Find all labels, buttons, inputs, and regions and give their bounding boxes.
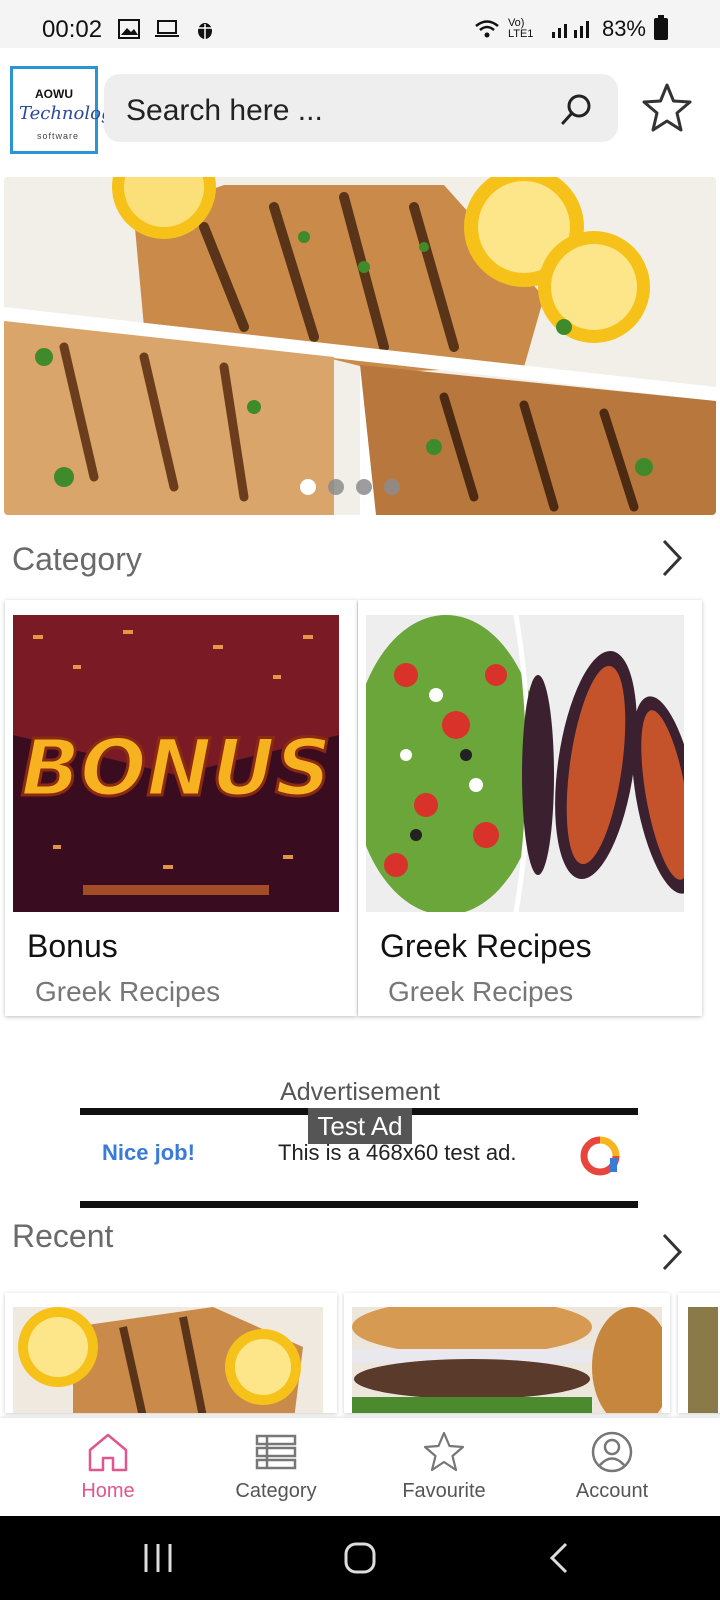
nav-favourite[interactable]: Favourite [359,1418,529,1516]
category-card-subtitle: Greek Recipes [35,976,221,1007]
app-logo[interactable]: AOWU Technology software [10,66,123,154]
home-icon [88,1433,128,1472]
category-card-image [366,615,684,912]
image-icon [118,19,140,39]
category-card[interactable]: Greek Recipes Greek Recipes [358,600,702,1016]
back-icon[interactable] [540,1538,580,1578]
laptop-icon [155,20,179,37]
ad-headline[interactable]: Nice job! [102,1140,195,1166]
list-icon [255,1434,297,1470]
battery-icon [654,15,668,40]
logo-line1: AOWU [35,87,73,101]
nav-account[interactable]: Account [527,1418,697,1516]
chevron-right-icon[interactable] [660,1232,684,1272]
category-card-image: BONUS [13,615,339,912]
search-icon[interactable] [560,92,594,126]
slider-dot[interactable] [328,479,344,495]
system-navigation-bar [0,1516,720,1600]
banner-slider[interactable] [4,177,716,515]
ad-choices-icon[interactable] [580,1136,620,1176]
category-section-title: Category [12,541,142,577]
test-ad-tag: Test Ad [308,1108,412,1144]
nav-label: Favourite [402,1480,486,1502]
banner-image [4,177,716,515]
bottom-navigation: Home Category Favourite Account [0,1418,720,1516]
notification-icons [118,18,216,40]
recent-image [688,1307,718,1413]
nav-label: Account [575,1480,649,1502]
network-label: Vo) LTE1 [507,17,534,40]
wifi-icon [475,20,499,38]
nav-category[interactable]: Category [191,1418,361,1516]
recent-image [352,1307,662,1413]
recent-card[interactable] [678,1293,720,1413]
search-placeholder: Search here ... [126,94,323,127]
bonus-image-text: BONUS [21,724,332,814]
ad-label: Advertisement [280,1078,440,1106]
recent-card[interactable] [344,1293,670,1413]
status-time: 00:02 [42,16,103,43]
star-icon [423,1431,465,1472]
signal-icon [551,21,589,38]
slider-dot[interactable] [300,479,316,495]
category-card-subtitle: Greek Recipes [388,976,574,1007]
recent-card[interactable] [5,1293,337,1413]
category-card[interactable]: BONUS Bonus Greek Recipes [5,600,357,1016]
nav-label: Category [235,1480,317,1502]
chevron-right-icon[interactable] [660,538,684,578]
app-header: AOWU Technology software Search here ... [0,48,720,168]
favourite-star-icon[interactable] [640,82,694,134]
greek-food-image [366,615,684,912]
search-input[interactable]: Search here ... [104,74,618,142]
ad-text: This is a 468x60 test ad. [278,1140,517,1165]
recent-image [13,1307,323,1413]
logo-line3: software [37,131,80,141]
account-icon [591,1431,633,1473]
slider-dots [300,479,400,495]
recent-apps-icon[interactable] [138,1538,178,1578]
nav-home[interactable]: Home [23,1418,193,1516]
slider-dot[interactable] [356,479,372,495]
status-bar: 00:02 Vo) LTE1 83% [0,0,720,48]
slider-dot[interactable] [384,479,400,495]
status-right: Vo) LTE1 83% [474,15,668,42]
recent-section-title: Recent [12,1218,114,1254]
home-button-icon[interactable] [340,1538,380,1578]
category-card-title: Bonus [27,928,118,964]
bonus-image: BONUS [13,615,339,912]
nav-label: Home [81,1480,135,1502]
battery-percent: 83% [601,16,646,41]
category-card-title: Greek Recipes [380,928,592,964]
bug-icon [196,23,214,39]
